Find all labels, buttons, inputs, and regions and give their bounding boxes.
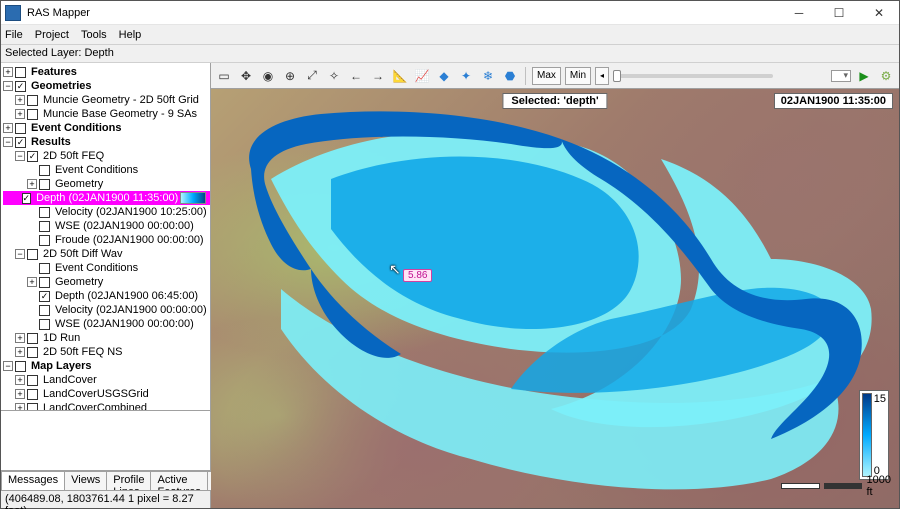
layer-tree[interactable]: +Features −Geometries +Muncie Geometry -… xyxy=(1,63,210,410)
tree-geom2[interactable]: +Muncie Base Geometry - 9 SAs xyxy=(3,107,210,121)
depth-legend: 15 0 xyxy=(859,390,889,480)
tree-res1-ec[interactable]: Event Conditions xyxy=(3,163,210,177)
timestamp-overlay: 02JAN1900 11:35:00 xyxy=(774,93,893,109)
tree-res1-froude[interactable]: Froude (02JAN1900 00:00:00) xyxy=(3,233,210,247)
tree-ml3[interactable]: +LandCoverCombined xyxy=(3,401,210,410)
velocity-icon[interactable]: ✦ xyxy=(457,67,475,85)
app-window: RAS Mapper ─ ☐ ✕ File Project Tools Help… xyxy=(0,0,900,509)
right-panel: ▭ ✥ ◉ ⊕ ⤢ ✧ ← → 📐 📈 ◆ ✦ ❄ ⬣ Max Min ◂ xyxy=(211,63,899,508)
menu-file[interactable]: File xyxy=(5,29,23,41)
legend-colorbar xyxy=(862,393,872,477)
messages-box xyxy=(1,410,210,470)
selected-layer-bar: Selected Layer: Depth xyxy=(1,45,899,63)
particle-icon[interactable]: ❄ xyxy=(479,67,497,85)
scalebar: 1000 ft xyxy=(781,474,899,498)
cursor-value-tooltip: 5.86 xyxy=(403,269,432,282)
tree-res1[interactable]: −2D 50ft FEQ xyxy=(3,149,210,163)
pan-icon[interactable]: ✥ xyxy=(237,67,255,85)
tree-res1-geom[interactable]: +Geometry xyxy=(3,177,210,191)
tree-res2[interactable]: −2D 50ft Diff Wav xyxy=(3,247,210,261)
titlebar: RAS Mapper ─ ☐ ✕ xyxy=(1,1,899,25)
scale-label: 1000 ft xyxy=(866,474,899,498)
tree-geom1[interactable]: +Muncie Geometry - 2D 50ft Grid xyxy=(3,93,210,107)
main-area: +Features −Geometries +Muncie Geometry -… xyxy=(1,63,899,508)
tree-res2-vel[interactable]: Velocity (02JAN1900 00:00:00) xyxy=(3,303,210,317)
tree-event-conditions[interactable]: +Event Conditions xyxy=(3,121,210,135)
cursor-icon: ↖ xyxy=(389,261,401,278)
app-title: RAS Mapper xyxy=(27,7,779,19)
tree-res1-wse[interactable]: WSE (02JAN1900 00:00:00) xyxy=(3,219,210,233)
legend-max: 15 xyxy=(874,393,886,405)
menubar: File Project Tools Help xyxy=(1,25,899,45)
flood-icon[interactable]: ◆ xyxy=(435,67,453,85)
left-panel: +Features −Geometries +Muncie Geometry -… xyxy=(1,63,211,508)
tree-res2-geom[interactable]: +Geometry xyxy=(3,275,210,289)
tree-res2-depth[interactable]: Depth (02JAN1900 06:45:00) xyxy=(3,289,210,303)
cube-icon[interactable]: ⬣ xyxy=(501,67,519,85)
measure-icon[interactable]: 📐 xyxy=(391,67,409,85)
maximize-button[interactable]: ☐ xyxy=(819,1,859,24)
close-button[interactable]: ✕ xyxy=(859,1,899,24)
tab-views[interactable]: Views xyxy=(64,471,107,490)
statusbar: (406489.08, 1803761.44 1 pixel = 8.27 fe… xyxy=(1,490,210,508)
tree-res2-wse[interactable]: WSE (02JAN1900 00:00:00) xyxy=(3,317,210,331)
tree-features[interactable]: +Features xyxy=(3,65,210,79)
tree-ml1[interactable]: +LandCover xyxy=(3,373,210,387)
tree-res3[interactable]: +1D Run xyxy=(3,331,210,345)
end-slider[interactable]: ▾ xyxy=(831,70,851,82)
step-left-button[interactable]: ◂ xyxy=(595,67,609,85)
tree-res1-vel[interactable]: Velocity (02JAN1900 10:25:00) xyxy=(3,205,210,219)
zoom-extent-icon[interactable]: ✧ xyxy=(325,67,343,85)
time-slider[interactable] xyxy=(613,74,773,78)
tab-messages[interactable]: Messages xyxy=(1,471,65,490)
globe-icon[interactable]: ◉ xyxy=(259,67,277,85)
tree-res2-ec[interactable]: Event Conditions xyxy=(3,261,210,275)
bottom-tabs: Messages Views Profile Lines Active Feat… xyxy=(1,470,210,490)
profile-icon[interactable]: 📈 xyxy=(413,67,431,85)
tab-profile-lines[interactable]: Profile Lines xyxy=(106,471,151,490)
min-button[interactable]: Min xyxy=(565,67,591,85)
depth-layer xyxy=(211,89,899,508)
selected-overlay: Selected: 'depth' xyxy=(502,93,607,109)
tree-res4[interactable]: +2D 50ft FEQ NS xyxy=(3,345,210,359)
menu-help[interactable]: Help xyxy=(119,29,142,41)
depth-swatch xyxy=(180,192,206,204)
forward-icon[interactable]: → xyxy=(369,67,387,85)
back-icon[interactable]: ← xyxy=(347,67,365,85)
menu-tools[interactable]: Tools xyxy=(81,29,107,41)
tree-geometries[interactable]: −Geometries xyxy=(3,79,210,93)
minimize-button[interactable]: ─ xyxy=(779,1,819,24)
tab-active-features[interactable]: Active Features xyxy=(150,471,207,490)
map-canvas[interactable]: Selected: 'depth' 02JAN1900 11:35:00 ↖ 5… xyxy=(211,89,899,508)
zoom-fit-icon[interactable]: ⤢ xyxy=(303,67,321,85)
max-button[interactable]: Max xyxy=(532,67,561,85)
tree-maplayers[interactable]: −Map Layers xyxy=(3,359,210,373)
zoom-in-icon[interactable]: ⊕ xyxy=(281,67,299,85)
tree-res1-depth[interactable]: Depth (02JAN1900 11:35:00) xyxy=(3,191,210,205)
app-icon xyxy=(5,5,21,21)
menu-project[interactable]: Project xyxy=(35,29,69,41)
tree-ml2[interactable]: +LandCoverUSGSGrid xyxy=(3,387,210,401)
map-toolbar: ▭ ✥ ◉ ⊕ ⤢ ✧ ← → 📐 📈 ◆ ✦ ❄ ⬣ Max Min ◂ xyxy=(211,63,899,89)
settings-icon[interactable]: ⚙ xyxy=(877,67,895,85)
pointer-icon[interactable]: ▭ xyxy=(215,67,233,85)
play-button[interactable]: ▶ xyxy=(855,67,873,85)
tree-results[interactable]: −Results xyxy=(3,135,210,149)
